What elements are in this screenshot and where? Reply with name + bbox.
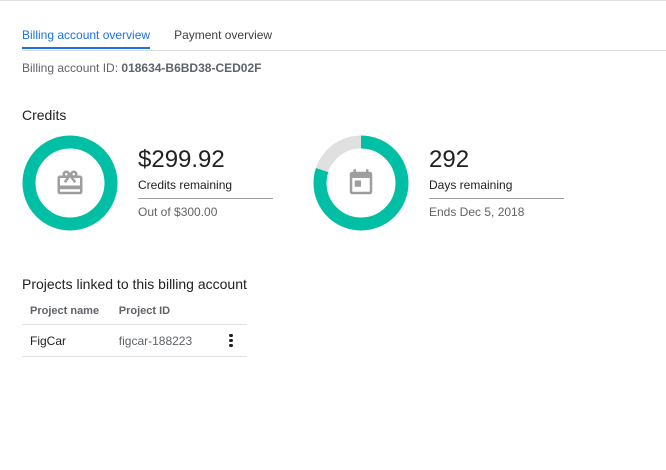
days-remaining-label: Days remaining — [429, 174, 564, 199]
row-actions-cell — [207, 324, 247, 357]
top-divider — [0, 0, 666, 1]
tab-billing-account-overview[interactable]: Billing account overview — [22, 18, 151, 49]
days-remaining-value: 292 — [429, 146, 470, 173]
credits-end-date: Ends Dec 5, 2018 — [429, 205, 525, 219]
column-header-actions — [207, 298, 247, 325]
credits-total-note: Out of $300.00 — [138, 205, 218, 219]
more-vert-icon[interactable] — [223, 333, 239, 349]
credits-remaining-value: $299.92 — [138, 146, 225, 173]
projects-table: Project name Project ID FigCar figcar-18… — [22, 298, 247, 357]
tab-bar: Billing account overview Payment overvie… — [22, 18, 666, 51]
project-name-cell[interactable]: FigCar — [22, 324, 111, 357]
table-header-row: Project name Project ID — [22, 298, 247, 325]
days-stat-text: 292 Days remaining Ends Dec 5, 2018 — [429, 146, 564, 220]
billing-overview-page: Billing account overview Payment overvie… — [0, 0, 666, 470]
table-row: FigCar figcar-188223 — [22, 324, 247, 357]
billing-account-id-label: Billing account ID: — [22, 61, 119, 75]
billing-account-id: Billing account ID: 018634-B6BD38-CED02F — [22, 60, 261, 76]
billing-account-id-value: 018634-B6BD38-CED02F — [121, 61, 262, 75]
column-header-project-id[interactable]: Project ID — [110, 298, 208, 325]
projects-heading: Projects linked to this billing account — [22, 276, 247, 292]
calendar-icon — [349, 169, 373, 195]
column-header-project-name[interactable]: Project name — [22, 298, 111, 325]
tab-payment-overview[interactable]: Payment overview — [174, 18, 272, 49]
credits-stat-text: $299.92 Credits remaining Out of $300.00 — [138, 146, 273, 220]
project-id-cell: figcar-188223 — [110, 324, 208, 357]
credits-heading: Credits — [22, 107, 67, 123]
credits-remaining-label: Credits remaining — [138, 174, 273, 199]
card-giftcard-icon — [57, 170, 83, 195]
